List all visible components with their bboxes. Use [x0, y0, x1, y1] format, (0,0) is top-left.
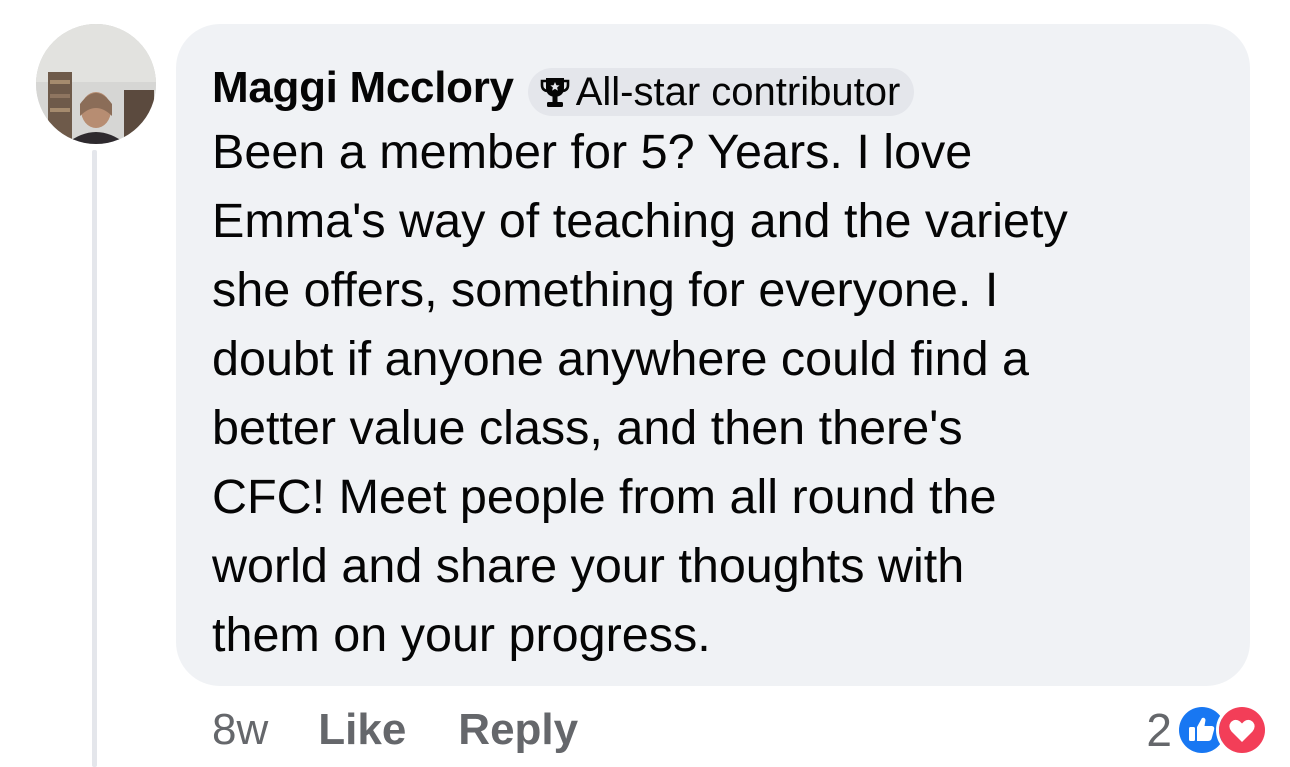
like-button[interactable]: Like — [318, 705, 406, 755]
comment-bubble: Maggi Mcclory All-star contributor Been … — [176, 24, 1250, 686]
comment-thread: Maggi Mcclory All-star contributor Been … — [0, 0, 1290, 767]
comment-actions: 8w Like Reply — [212, 698, 578, 762]
trophy-icon — [540, 75, 570, 109]
reply-button[interactable]: Reply — [458, 705, 578, 755]
author-name[interactable]: Maggi Mcclory — [212, 63, 514, 113]
avatar[interactable] — [36, 24, 156, 144]
reaction-count: 2 — [1146, 704, 1172, 756]
comment-header: Maggi Mcclory All-star contributor — [212, 60, 1220, 116]
comment-text: Been a member for 5? Years. I love Emma'… — [212, 125, 1068, 662]
love-reaction-icon — [1216, 704, 1268, 756]
reactions-summary[interactable]: 2 — [1146, 698, 1268, 762]
badge-label: All-star contributor — [575, 69, 901, 114]
comment-timestamp[interactable]: 8w — [212, 705, 268, 755]
contributor-badge[interactable]: All-star contributor — [527, 68, 915, 116]
thread-line — [92, 150, 97, 767]
